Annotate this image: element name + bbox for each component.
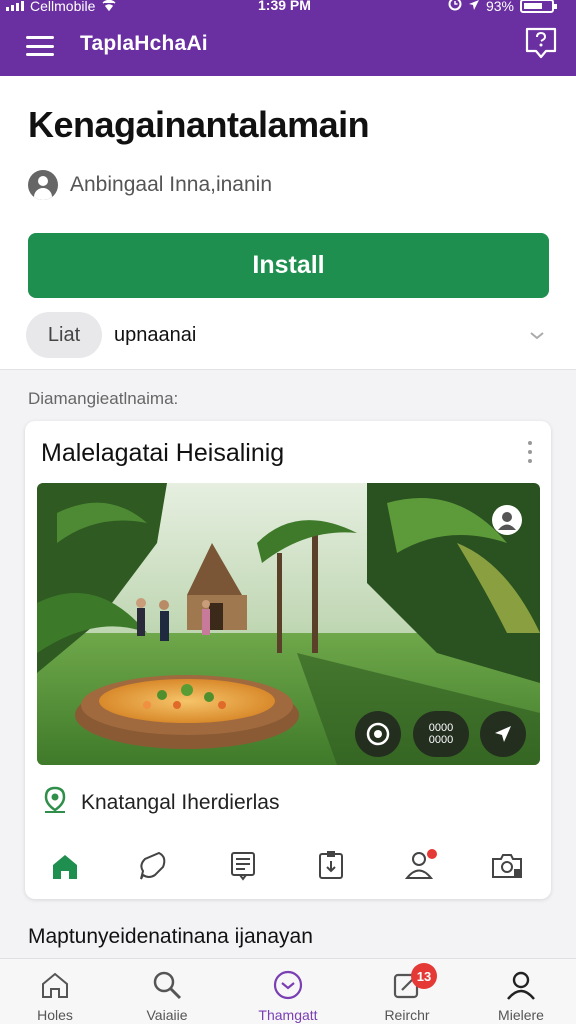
carrier-name: Cellmobile: [30, 0, 96, 14]
home-icon[interactable]: [45, 845, 85, 885]
post-card[interactable]: Malelagatai Heisalinig 0000 0000 Knatang…: [25, 421, 551, 899]
target-icon[interactable]: [355, 711, 401, 757]
card-title: Malelagatai Heisalinig: [41, 439, 285, 467]
person-icon: [507, 971, 535, 1000]
tag-text: upnaanai: [114, 324, 197, 346]
nav-label-search: Vaiaiie: [146, 1007, 188, 1023]
location-pin-icon: [41, 785, 69, 821]
chevron-down-icon[interactable]: [528, 326, 546, 344]
nav-item-search[interactable]: Vaiaiie: [112, 959, 222, 1024]
wifi-icon: [101, 0, 117, 14]
chat-bubble-icon[interactable]: [133, 845, 173, 885]
location-arrow-icon: [468, 0, 480, 14]
app-header: Kenagainantalamain Anbingaal Inna,inanin…: [0, 76, 576, 370]
nav-label-active: Thamgatt: [258, 1007, 318, 1023]
nav-item-profile[interactable]: Mielere: [466, 959, 576, 1024]
document-icon[interactable]: [223, 845, 263, 885]
media-count-top: 0000: [428, 722, 454, 734]
navigate-arrow-icon[interactable]: [480, 711, 526, 757]
location-text: Knatangal Iherdierlas: [81, 791, 280, 814]
section-label: Diamangieatlnaima:: [28, 389, 179, 408]
location-row[interactable]: Knatangal Iherdierlas: [41, 785, 279, 821]
clock: 1:39 PM: [258, 0, 311, 13]
status-bar: Cellmobile 1:39 PM 93%: [0, 0, 576, 16]
search-icon: [153, 971, 182, 1000]
hamburger-icon[interactable]: [26, 36, 54, 56]
home-icon: [42, 972, 68, 998]
notification-badge: 13: [411, 963, 437, 989]
person-alert-icon[interactable]: [401, 845, 441, 885]
app-bar: TaplaHchaAi: [0, 16, 576, 76]
developer-name: Anbingaal Inna,inanin: [70, 173, 273, 196]
camera-lock-icon[interactable]: [487, 845, 527, 885]
battery-icon: [520, 0, 557, 13]
signal-icon: [6, 1, 24, 11]
media-count[interactable]: 0000 0000: [413, 711, 469, 757]
developer-avatar-icon: [28, 170, 58, 200]
chat-help-icon[interactable]: [524, 26, 558, 60]
media-count-bottom: 0000: [428, 734, 454, 746]
app-title: Kenagainantalamain: [28, 104, 370, 145]
nav-item-active[interactable]: Thamgatt: [233, 959, 343, 1024]
nav-label-profile: Mielere: [498, 1007, 544, 1023]
tag-chip[interactable]: Liat: [26, 312, 102, 358]
clipboard-icon[interactable]: [311, 845, 351, 885]
install-button[interactable]: Install: [28, 233, 549, 298]
promo-text: Maptunyeidenatinana ijanayan: [28, 925, 313, 948]
app-bar-title: TaplaHchaAi: [80, 32, 208, 55]
nav-label-home: Holes: [37, 1007, 73, 1023]
nav-item-edit[interactable]: 13 Reirchr: [352, 959, 462, 1024]
nav-item-home[interactable]: Holes: [0, 959, 110, 1024]
bottom-nav: Holes Vaiaiie Thamgatt 13 Reirchr Mieler…: [0, 958, 576, 1024]
more-vert-icon[interactable]: [525, 441, 535, 463]
developer-row[interactable]: Anbingaal Inna,inanin: [28, 170, 272, 200]
garden-photo[interactable]: 0000 0000: [37, 483, 540, 765]
card-actions: [25, 845, 551, 885]
photo-avatar-icon[interactable]: [492, 505, 522, 535]
nav-label-edit: Reirchr: [384, 1007, 430, 1023]
alarm-icon: [448, 0, 462, 14]
battery-percent: 93%: [485, 0, 514, 14]
chevron-circle-icon: [273, 970, 303, 1000]
